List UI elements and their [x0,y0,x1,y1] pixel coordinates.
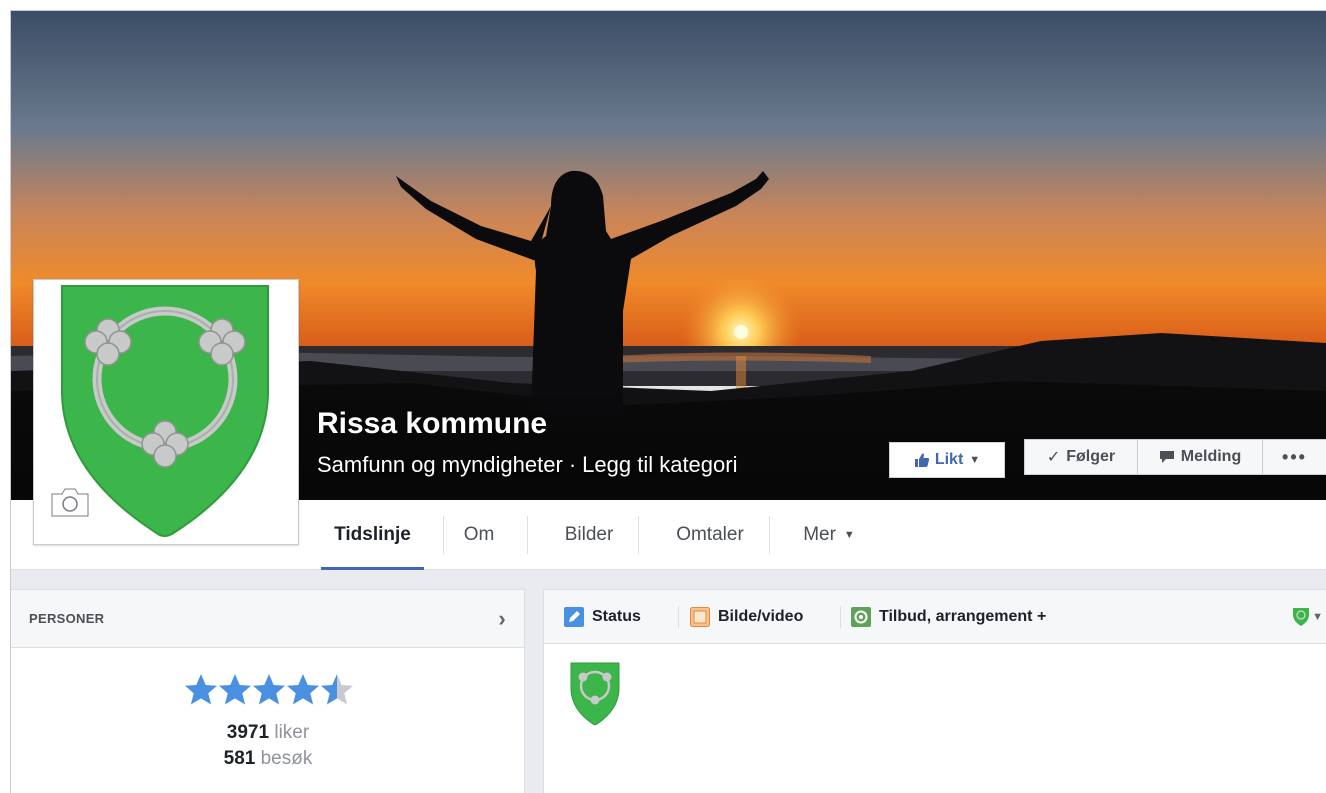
composer-tab-offer-event[interactable]: Tilbud, arrangement + [851,590,1046,644]
tab-timeline[interactable]: Tidslinje [321,500,424,570]
coat-of-arms-mini-icon [1293,608,1310,626]
star-icon [185,674,217,705]
tab-divider [769,516,770,554]
tab-label: Bilder [564,524,614,545]
star-icon [287,674,319,705]
message-button[interactable]: Melding [1138,439,1263,475]
profile-picture[interactable] [33,279,299,545]
tab-label: Tidslinje [334,524,411,545]
likes-label: liker [274,722,310,743]
pencil-icon [564,607,584,627]
people-card: PERSONER › 3971 liker 581 besøk [11,589,525,793]
chevron-right-icon[interactable]: › [498,606,506,632]
chevron-down-icon: ▼ [843,529,855,541]
liked-label: Likt [934,451,964,468]
tab-divider [638,516,639,554]
composer-divider [678,606,679,628]
tab-more[interactable]: Mer ▼ [779,500,879,570]
facebook-page: Rissa kommune Samfunn og myndigheter · Leg… [10,10,1326,793]
tab-label: Om [463,524,495,545]
coat-of-arms-image [61,285,269,537]
people-card-header[interactable]: PERSONER › [11,590,524,648]
speech-bubble-icon [1159,451,1174,463]
half-star-icon [321,674,353,705]
tab-photos[interactable]: Bilder [541,500,637,570]
add-category-link[interactable]: Legg til kategori [582,452,737,477]
post-as-selector[interactable]: ▼ [1275,602,1326,632]
thumbs-up-icon [914,453,929,467]
page-category: Samfunn og myndigheter · Legg til kategori [317,452,737,478]
category-separator: · [568,452,577,477]
tab-reviews[interactable]: Omtaler [651,500,769,570]
visits-count: 581 [223,748,256,769]
composer-tab-label: Bilde/video [718,608,804,625]
chevron-down-icon: ▼ [1312,611,1323,623]
star-icon [219,674,251,705]
composer-divider [840,606,841,628]
camera-icon[interactable] [50,484,90,520]
following-button[interactable]: ✓ Følger [1024,439,1138,475]
composer-tab-label: Status [592,608,641,625]
page-title[interactable]: Rissa kommune [317,407,547,441]
message-label: Melding [1180,448,1242,465]
following-label: Følger [1066,448,1116,465]
tab-about[interactable]: Om [443,500,515,570]
checkmark-icon: ✓ [1046,449,1061,466]
star-icon [253,674,285,705]
visits-count-line[interactable]: 581 besøk [11,748,525,770]
tab-divider [527,516,528,554]
composer-tab-status[interactable]: Status [564,590,641,644]
more-options-button[interactable]: ••• [1263,439,1326,475]
composer-tabs: Status Bilde/video Tilbud, arrangement + [544,590,1326,644]
likes-count: 3971 [226,722,270,743]
offer-icon [851,607,871,627]
composer-tab-photo-video[interactable]: Bilde/video [690,590,803,644]
tab-label: Omtaler [676,524,744,545]
category-label[interactable]: Samfunn og myndigheter [317,452,563,477]
composer-avatar [570,662,620,726]
people-heading: PERSONER [29,611,105,626]
liked-button[interactable]: Likt ▼ [889,442,1005,478]
chevron-down-icon: ▼ [969,454,981,466]
visits-label: besøk [260,748,313,769]
tab-label: Mer [803,524,836,545]
star-rating[interactable] [183,672,363,708]
post-composer: Status Bilde/video Tilbud, arrangement + [543,589,1326,793]
more-dots-icon: ••• [1282,446,1307,467]
composer-tab-label: Tilbud, arrangement + [879,608,1047,625]
likes-count-line[interactable]: 3971 liker [11,722,525,744]
photo-icon [690,607,710,627]
